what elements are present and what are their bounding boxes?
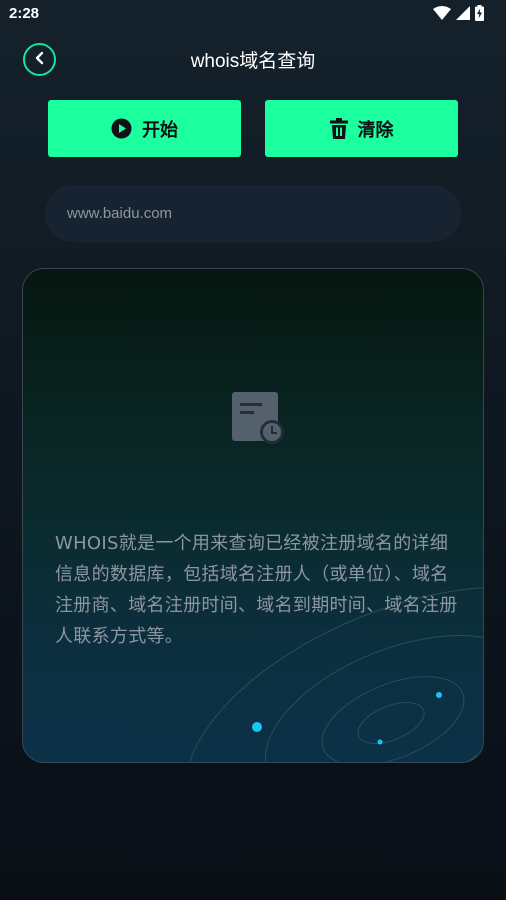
whois-description: WHOIS就是一个用来查询已经被注册域名的详细信息的数据库，包括域名注册人（或单… bbox=[55, 533, 458, 647]
domain-input[interactable] bbox=[45, 185, 461, 242]
document-clock-icon bbox=[232, 392, 284, 448]
clear-button[interactable]: 清除 bbox=[265, 100, 458, 157]
start-button-label: 开始 bbox=[142, 119, 178, 141]
result-card: WHOIS就是一个用来查询已经被注册域名的详细信息的数据库，包括域名注册人（或单… bbox=[22, 268, 484, 763]
domain-input-container bbox=[45, 185, 461, 242]
clear-button-label: 清除 bbox=[357, 119, 394, 141]
play-circle-icon bbox=[111, 118, 132, 139]
signal-icon bbox=[456, 6, 470, 20]
start-button[interactable]: 开始 bbox=[48, 100, 241, 157]
wifi-icon bbox=[433, 6, 451, 20]
status-icons bbox=[433, 5, 484, 21]
status-time: 2:28 bbox=[9, 5, 40, 22]
orbit-decoration bbox=[184, 586, 483, 762]
trash-icon bbox=[329, 118, 348, 139]
battery-charging-icon bbox=[475, 5, 484, 21]
page-title: whois域名查询 bbox=[190, 51, 316, 72]
status-bar: 2:28 bbox=[0, 0, 506, 28]
